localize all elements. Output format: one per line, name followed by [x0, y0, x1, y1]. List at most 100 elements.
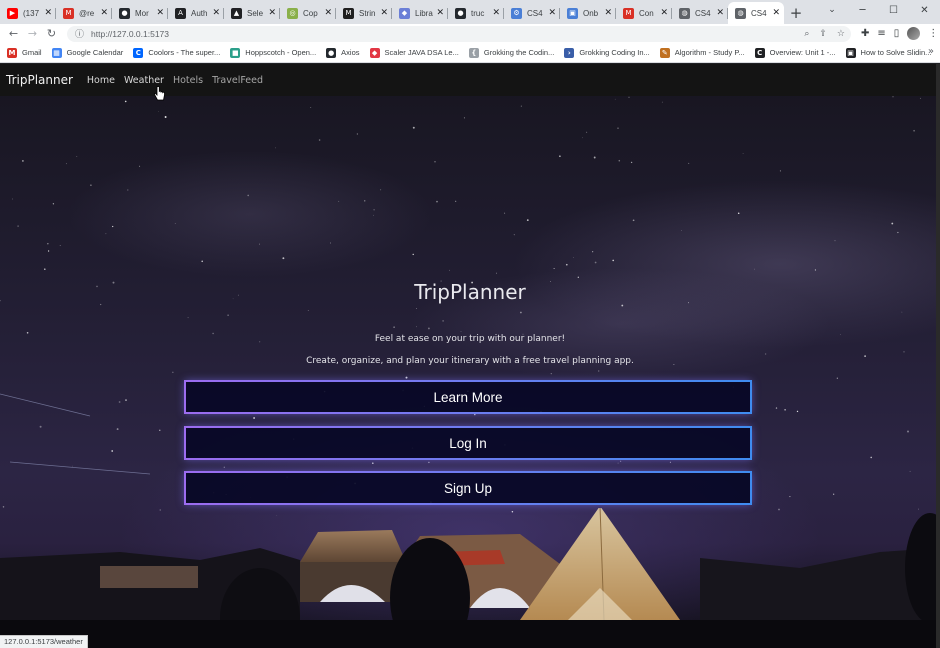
browser-tab[interactable]: ● truc ✕	[448, 2, 504, 24]
browser-toolbar: ← → ↻ ⓘ http://127.0.0.1:5173 ⌕ ⇪ ☆ ✚ ≡ …	[0, 24, 940, 43]
address-bar[interactable]: ⓘ http://127.0.0.1:5173 ⌕ ⇪ ☆	[67, 25, 851, 42]
star-dot	[258, 243, 261, 245]
tab-close-icon[interactable]: ✕	[436, 8, 444, 18]
browser-tab[interactable]: M Con ✕	[616, 2, 672, 24]
github-icon: ●	[326, 47, 337, 58]
star-dot	[559, 155, 561, 157]
profile-avatar[interactable]	[907, 27, 921, 40]
tab-close-icon[interactable]: ✕	[212, 8, 220, 18]
tab-close-icon[interactable]: ✕	[660, 8, 668, 18]
bookmark-item[interactable]: › Grokking Coding In...	[564, 47, 650, 58]
browser-tab[interactable]: ● Mor ✕	[112, 2, 168, 24]
star-dot	[371, 462, 374, 465]
bookmark-item[interactable]: ■ Hoppscotch - Open...	[230, 47, 316, 58]
browser-tab[interactable]: ◍ CS4 ✕	[728, 2, 784, 24]
browser-tab[interactable]: ◍ CS4 ✕	[672, 2, 728, 24]
tab-close-icon[interactable]: ✕	[492, 8, 500, 18]
bookmark-item[interactable]: ◆ Scaler JAVA DSA Le...	[369, 47, 459, 58]
browser-tab[interactable]: M Strin ✕	[336, 2, 392, 24]
share-icon[interactable]: ⇪	[819, 29, 827, 39]
tab-label: Cop	[303, 8, 318, 18]
star-dot	[870, 456, 873, 459]
learn-more-button[interactable]: Learn More	[184, 380, 752, 414]
tab-close-icon[interactable]: ✕	[772, 8, 780, 18]
close-window-icon[interactable]: ✕	[909, 0, 940, 20]
browser-tab[interactable]: M @re ✕	[56, 2, 112, 24]
star-dot	[118, 401, 121, 403]
tab-label: Sele	[247, 8, 264, 18]
brand-logo[interactable]: TripPlanner	[6, 73, 73, 87]
grokking-icon: {	[468, 47, 479, 58]
star-dot	[201, 260, 203, 263]
star-dot	[22, 160, 24, 162]
tab-close-icon[interactable]: ✕	[100, 8, 108, 18]
tab-close-icon[interactable]: ✕	[548, 8, 556, 18]
nav-travelfeed[interactable]: TravelFeed	[212, 75, 263, 86]
star-dot	[159, 429, 161, 431]
maximize-icon[interactable]: ☐	[878, 0, 909, 20]
tab-close-icon[interactable]: ✕	[380, 8, 388, 18]
tab-close-icon[interactable]: ✕	[156, 8, 164, 18]
star-dot	[112, 225, 114, 228]
bookmark-item[interactable]: ▦ Google Calendar	[51, 47, 124, 58]
browser-tab[interactable]: ◎ Cop ✕	[280, 2, 336, 24]
browser-tab[interactable]: ◆ Libra ✕	[392, 2, 448, 24]
minimize-icon[interactable]: ─	[847, 0, 878, 20]
bookmark-item[interactable]: M Gmail	[7, 47, 42, 58]
bookmark-item[interactable]: C Coolors - The super...	[133, 47, 220, 58]
reload-icon[interactable]: ↻	[42, 24, 61, 43]
extensions-icon[interactable]: ✚	[861, 28, 869, 39]
tab-search-icon[interactable]: ⌄	[822, 0, 842, 20]
menu-icon[interactable]: ⋮	[928, 28, 938, 39]
browser-tab[interactable]: ▲ Sele ✕	[224, 2, 280, 24]
star-dot	[373, 214, 375, 216]
log-in-button[interactable]: Log In	[184, 426, 752, 460]
tab-close-icon[interactable]: ✕	[44, 8, 52, 18]
star-dot	[434, 161, 436, 163]
bookmark-item[interactable]: ● Axios	[326, 47, 360, 58]
bookmark-label: Google Calendar	[66, 48, 124, 57]
browser-tab[interactable]: ▶ (137 ✕	[0, 2, 56, 24]
video-icon: ▣	[845, 47, 856, 58]
page-scrollbar[interactable]	[936, 64, 940, 648]
star-dot	[59, 244, 61, 246]
star-dot	[903, 351, 905, 353]
site-info-icon[interactable]: ⓘ	[75, 27, 84, 40]
bookmark-label: Grokking Coding In...	[579, 48, 650, 57]
star-dot	[449, 269, 450, 271]
bookmark-item[interactable]: C Overview: Unit 1 -...	[754, 47, 836, 58]
auth-icon: A	[175, 7, 186, 19]
tab-close-icon[interactable]: ✕	[604, 8, 612, 18]
browser-tab[interactable]: ▣ Onb ✕	[560, 2, 616, 24]
back-icon[interactable]: ←	[4, 24, 23, 43]
bookmarks-overflow-icon[interactable]: »	[928, 46, 934, 57]
tab-label: truc	[471, 8, 485, 18]
star-dot	[116, 428, 119, 431]
star-dot	[630, 161, 633, 164]
tab-close-icon[interactable]: ✕	[268, 8, 276, 18]
sign-up-button[interactable]: Sign Up	[184, 471, 752, 505]
copy-icon: ◎	[287, 7, 298, 19]
bookmark-star-icon[interactable]: ☆	[837, 29, 845, 39]
star-dot	[628, 96, 630, 98]
nav-hotels[interactable]: Hotels	[173, 75, 203, 86]
tab-close-icon[interactable]: ✕	[716, 8, 724, 18]
bookmark-item[interactable]: ▣ How to Solve Slidin...	[845, 47, 931, 58]
media-icon[interactable]: ≡	[877, 28, 885, 39]
nav-weather[interactable]: Weather	[124, 75, 164, 86]
bookmarks-bar: M Gmail ▦ Google Calendar C Coolors - The sup…	[0, 43, 940, 63]
side-panel-icon[interactable]: ▯	[894, 28, 900, 39]
tab-close-icon[interactable]: ✕	[324, 8, 332, 18]
zoom-icon[interactable]: ⌕	[804, 29, 809, 39]
bookmark-item[interactable]: {Grokking the Codin...	[468, 47, 554, 58]
bookmark-item[interactable]: ✎ Algorithm - Study P...	[659, 47, 745, 58]
gmail-icon: M	[63, 7, 74, 19]
star-dot	[632, 219, 635, 222]
nav-home[interactable]: Home	[87, 75, 115, 86]
forward-icon[interactable]: →	[23, 24, 42, 43]
browser-tab[interactable]: ⚙ CS4 ✕	[504, 2, 560, 24]
address-url[interactable]: http://127.0.0.1:5173	[91, 29, 169, 39]
new-tab-button[interactable]: +	[784, 2, 808, 24]
browser-tab[interactable]: A Auth ✕	[168, 2, 224, 24]
tab-label: CS4	[695, 8, 711, 18]
